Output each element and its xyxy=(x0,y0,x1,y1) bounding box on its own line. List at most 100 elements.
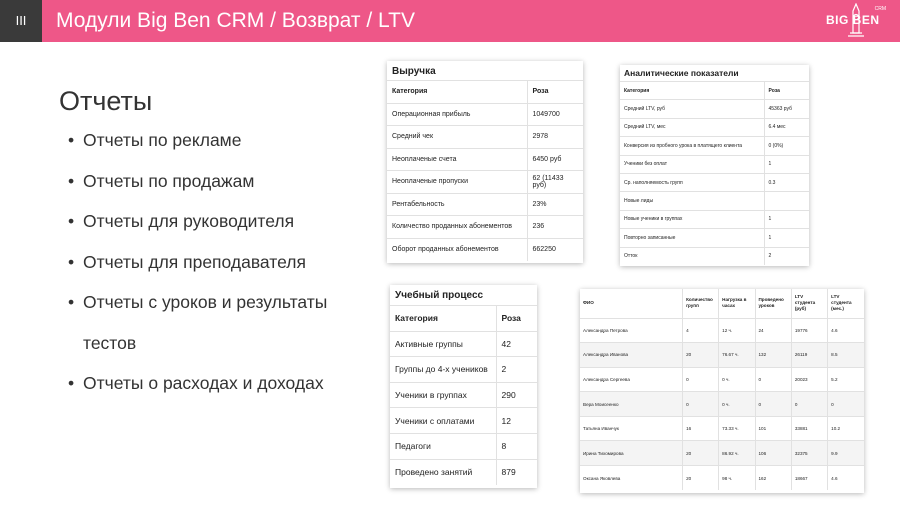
study-title: Учебный процесс xyxy=(395,290,484,301)
teacher-cell: 19776 xyxy=(790,317,828,343)
report-list-item: Отчеты для преподавателя xyxy=(68,242,378,283)
teacher-cell: 16 xyxy=(682,415,719,441)
revenue-title: Выручка xyxy=(392,66,436,77)
study-row: Педагоги 8 xyxy=(390,432,537,460)
teacher-cell: 12 ч. xyxy=(718,317,755,343)
teacher-name: Татьяна Иванчук xyxy=(580,415,683,441)
revenue-value: 6450 руб xyxy=(526,147,583,171)
revenue-value: 236 xyxy=(526,215,583,238)
teachers-row: Александра Петрова 4 12 ч. 24 19776 4.6 xyxy=(580,317,864,343)
study-value: 42 xyxy=(495,330,537,357)
slide-header: III Модули Big Ben CRM / Возврат / LTV B… xyxy=(0,0,900,42)
analytics-value: 1 xyxy=(763,154,809,174)
teacher-cell: 0 xyxy=(790,391,828,417)
revenue-value: 23% xyxy=(526,192,583,216)
big-ben-logo: BIG BEN CRM xyxy=(826,3,886,39)
teacher-name: Александра Сергеева xyxy=(580,366,683,392)
analytics-label: Ср. наполняемость групп xyxy=(620,172,764,192)
teacher-name: Александра Петрова xyxy=(580,317,683,343)
analytics-row: Новые ученики в группах 1 xyxy=(620,209,809,229)
analytics-value xyxy=(763,191,809,211)
revenue-row: Неоплаченые счета 6450 руб xyxy=(387,147,583,171)
teacher-cell: 0 xyxy=(754,391,792,417)
analytics-value: 45363 руб xyxy=(763,99,809,119)
analytics-link[interactable]: Отток xyxy=(620,246,764,266)
study-value: 879 xyxy=(495,458,537,485)
report-list-item: Отчеты о расходах и доходах xyxy=(68,363,378,404)
revenue-link[interactable]: Операционная прибыль xyxy=(387,102,527,126)
study-link[interactable]: Педагоги xyxy=(390,432,496,460)
study-label: Проведено занятий xyxy=(390,458,496,485)
teacher-cell: 33881 xyxy=(790,415,828,441)
teacher-cell: 8.5 xyxy=(827,342,864,368)
teacher-cell: 20 xyxy=(682,342,719,368)
study-label: Группы до 4-х учеников xyxy=(390,356,496,383)
teacher-cell: 0 xyxy=(682,366,719,392)
slide-title: Модули Big Ben CRM / Возврат / LTV xyxy=(56,9,415,32)
analytics-link[interactable]: Новые ученики в группах xyxy=(620,209,764,229)
teacher-name: Александра Иванова xyxy=(580,342,683,368)
teachers-row: Александра Иванова 20 76.67 ч. 132 26119 8.5 xyxy=(580,342,864,368)
teacher-cell: 4.6 xyxy=(827,465,864,491)
col-category: Категория xyxy=(620,80,764,100)
analytics-link[interactable]: Средний LTV, руб xyxy=(620,99,764,119)
analytics-value: 0 (0%) xyxy=(763,136,809,156)
revenue-link[interactable]: Рентабельность xyxy=(387,192,527,216)
revenue-label: Количество проданных абонементов xyxy=(387,215,527,238)
teacher-cell: 10.2 xyxy=(827,415,864,441)
teacher-cell: 73.33 ч. xyxy=(718,415,755,441)
revenue-row: Средний чек 2978 xyxy=(387,125,583,148)
teacher-cell: 0 ч. xyxy=(718,366,755,392)
teachers-col-header: LTV студента (руб) xyxy=(790,289,828,318)
teachers-col-header: Нагрузка в часах xyxy=(718,289,755,318)
revenue-label: Оборот проданных абонементов xyxy=(387,237,527,261)
report-list: Отчеты по рекламеОтчеты по продажам Отчет… xyxy=(68,120,378,404)
teacher-cell: 101 xyxy=(754,415,792,441)
revenue-row: Количество проданных абонементов 236 xyxy=(387,215,583,238)
analytics-row: Отток 2 xyxy=(620,246,809,266)
study-row: Группы до 4-х учеников 2 xyxy=(390,356,537,383)
revenue-row: Рентабельность 23% xyxy=(387,192,583,216)
analytics-link[interactable]: Средний LTV, мес xyxy=(620,117,764,137)
study-value: 8 xyxy=(495,432,537,460)
teachers-col-header: ФИО xyxy=(583,300,594,306)
analytics-row: Новые лиды xyxy=(620,191,809,211)
teachers-col-header: Проведено уроков xyxy=(754,289,792,318)
col-value: Роза xyxy=(526,80,583,103)
revenue-value: 62 (11433 руб) xyxy=(526,170,583,193)
teacher-cell: 20 xyxy=(682,465,719,491)
study-label: Активные группы xyxy=(390,330,496,357)
teacher-cell: 24 xyxy=(754,317,792,343)
teacher-cell: 32375 xyxy=(790,440,828,466)
study-value: 12 xyxy=(495,407,537,434)
study-row: Проведено занятий 879 xyxy=(390,458,537,485)
study-value: 2 xyxy=(495,356,537,383)
analytics-value: 1 xyxy=(763,228,809,248)
teacher-name: Вера Моисеенко xyxy=(580,391,683,417)
revenue-link[interactable]: Неоплаченые пропуски xyxy=(387,170,527,193)
teacher-cell: 18667 xyxy=(790,465,828,491)
teachers-col-header: LTV студента (мес.) xyxy=(827,289,864,318)
study-label: Ученики с оплатами xyxy=(390,407,496,434)
logo-text: BIG BEN xyxy=(826,13,880,27)
teacher-cell: 26119 xyxy=(790,342,828,368)
teacher-name: Ирина Тихомирова xyxy=(580,440,683,466)
analytics-link[interactable]: Повторно записанные xyxy=(620,228,764,248)
revenue-table: Категория Роза Операционная прибыль 10497… xyxy=(387,80,583,261)
revenue-link[interactable]: Средний чек xyxy=(387,125,527,148)
analytics-title: Аналитические показатели xyxy=(624,68,739,78)
study-label: Ученики в группах xyxy=(390,381,496,408)
report-list-item: Отчеты с уроков и результаты тестов xyxy=(68,282,378,363)
revenue-row: Операционная прибыль 1049700 xyxy=(387,102,583,126)
col-value: Роза xyxy=(495,305,537,332)
revenue-value: 1049700 xyxy=(526,102,583,126)
teacher-cell: 4 xyxy=(682,317,719,343)
teachers-row: Оксана Яковлева 20 98 ч. 162 18667 4.6 xyxy=(580,465,864,491)
analytics-row: Ученики без оплат 1 xyxy=(620,154,809,174)
study-row: Ученики в группах 290 xyxy=(390,381,537,408)
teachers-row: Ирина Тихомирова 20 86.92 ч. 106 32375 9.9 xyxy=(580,440,864,466)
teacher-cell: 20 xyxy=(682,440,719,466)
report-list-item: Отчеты по продажам xyxy=(68,161,378,202)
analytics-value: 6.4 мес xyxy=(763,117,809,137)
report-list-item: Отчеты по рекламе xyxy=(68,120,378,161)
